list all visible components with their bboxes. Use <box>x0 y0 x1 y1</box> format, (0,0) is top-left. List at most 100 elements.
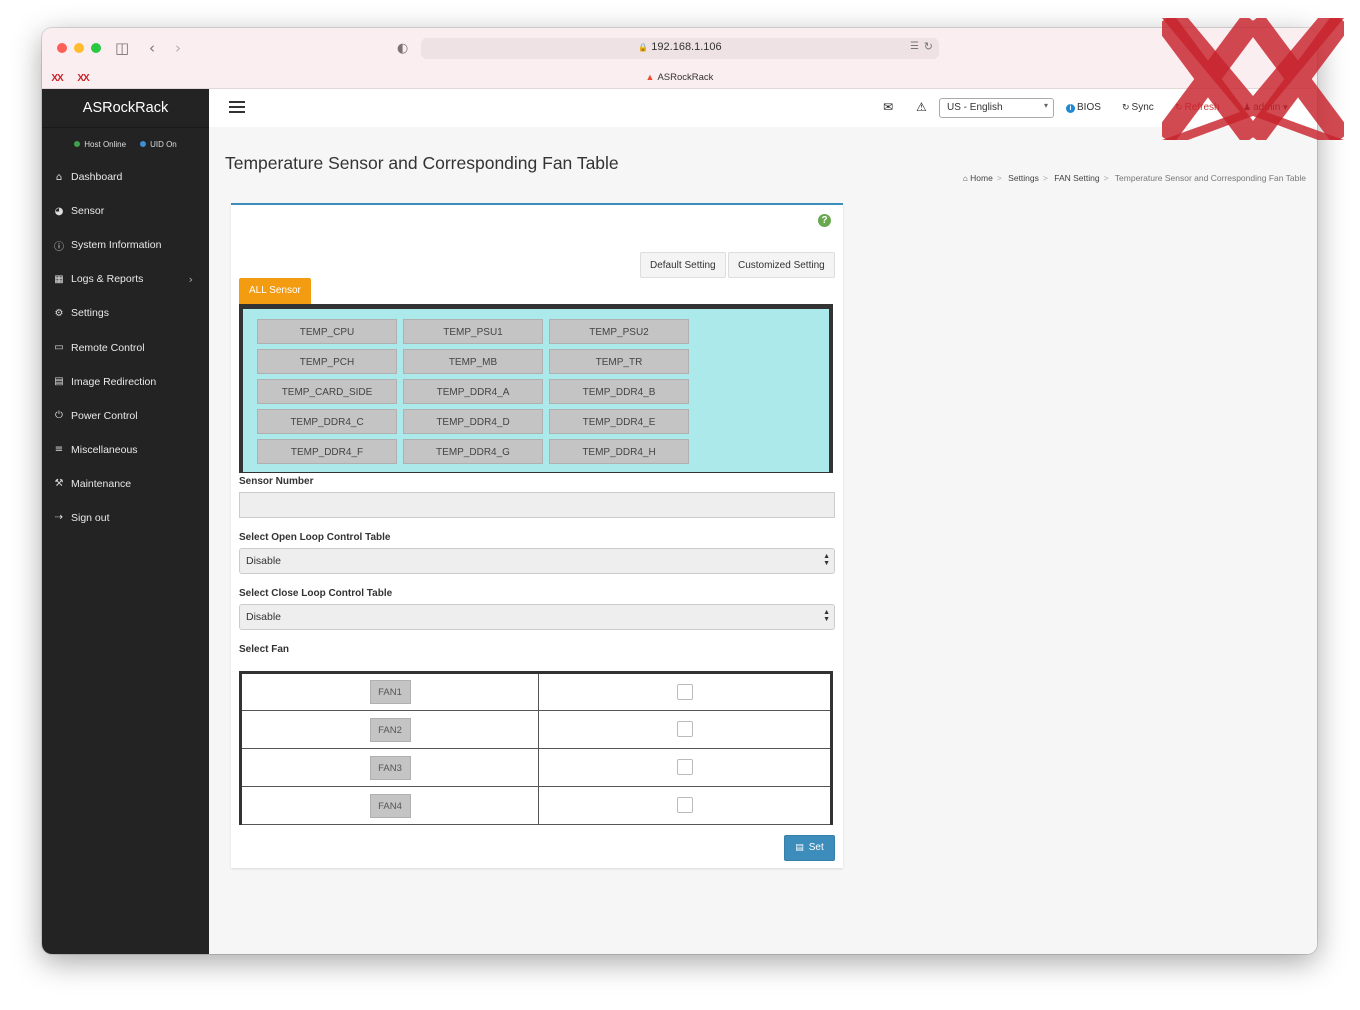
bios-link[interactable]: i BIOS <box>1066 102 1101 113</box>
sidebar-item-power-control[interactable]: ⏻ Power Control <box>42 399 209 433</box>
help-icon[interactable]: ? <box>818 214 831 227</box>
sidebar-item-remote-control[interactable]: ▭ Remote Control <box>42 330 209 364</box>
user-menu[interactable]: ♟ admin ▾ <box>1243 102 1290 113</box>
breadcrumb-current: Temperature Sensor and Corresponding Fan… <box>1114 173 1306 183</box>
sensor-list-box: TEMP_CPU TEMP_PSU1 TEMP_PSU2 TEMP_PCH TE… <box>239 304 833 473</box>
sensor-button[interactable]: TEMP_DDR4_D <box>403 409 543 434</box>
breadcrumb-home[interactable]: Home <box>970 173 993 183</box>
sensor-button[interactable]: TEMP_TR <box>549 349 689 374</box>
sidebar-item-label: Remote Control <box>71 341 145 354</box>
sidebar-toggle-icon[interactable]: ◫ <box>115 39 129 57</box>
hamburger-menu-icon[interactable] <box>229 101 245 116</box>
user-label: admin <box>1253 102 1281 113</box>
sensor-button[interactable]: TEMP_CARD_SIDE <box>257 379 397 404</box>
breadcrumb-settings[interactable]: Settings <box>1008 173 1039 183</box>
fan-checkbox[interactable] <box>676 683 693 700</box>
refresh-link[interactable]: ↻ Refresh <box>1175 102 1220 113</box>
sensor-number-input[interactable] <box>239 492 835 518</box>
fan-table: FAN1 FAN2 FAN3 FAN4 <box>239 671 833 825</box>
tab-bar: XX XX ▲ ASRockRack <box>42 68 1317 89</box>
close-window-button[interactable] <box>57 43 67 53</box>
refresh-icon: ↻ <box>1175 103 1183 113</box>
window-controls <box>57 43 101 53</box>
sidebar: ASRockRack Host Online UID On ⌂ Dashboard… <box>42 89 209 954</box>
sensor-button[interactable]: TEMP_PSU1 <box>403 319 543 344</box>
asrock-favicon-icon: ▲ <box>645 72 655 82</box>
lock-icon: 🔒 <box>638 43 649 52</box>
sidebar-item-label: Maintenance <box>71 477 132 490</box>
sidebar-item-system-information[interactable]: ⓘ System Information <box>42 228 209 262</box>
fan-button[interactable]: FAN1 <box>369 680 411 704</box>
close-loop-select[interactable]: Disable ▲ ▼ <box>239 604 835 630</box>
translate-icon[interactable]: ☰ <box>910 41 919 52</box>
shield-icon[interactable]: ◐ <box>397 40 408 58</box>
host-status: Host Online <box>74 140 126 149</box>
sidebar-item-image-redirection[interactable]: ▤ Image Redirection <box>42 365 209 399</box>
sidebar-item-label: Logs & Reports <box>71 273 144 286</box>
sidebar-item-label: Dashboard <box>71 171 123 184</box>
breadcrumb-fan-setting[interactable]: FAN Setting <box>1054 173 1099 183</box>
fan-button[interactable]: FAN2 <box>369 717 411 742</box>
open-loop-value: Disable <box>246 555 282 567</box>
sidebar-item-settings[interactable]: ⚙ Settings <box>42 296 209 330</box>
sensor-button[interactable]: TEMP_DDR4_H <box>549 439 689 464</box>
wrench-icon: ⚒ <box>54 478 64 490</box>
customized-setting-button[interactable]: Customized Setting <box>728 252 835 278</box>
list-icon: ≡ <box>54 444 64 456</box>
sensor-button[interactable]: TEMP_MB <box>403 349 543 374</box>
sensor-button[interactable]: TEMP_PSU2 <box>549 319 689 344</box>
sign-out-icon: ⇢ <box>54 512 64 524</box>
fan-checkbox[interactable] <box>676 721 693 738</box>
sidebar-item-label: Sign out <box>71 511 110 524</box>
fan-button[interactable]: FAN4 <box>369 793 411 818</box>
default-setting-button[interactable]: Default Setting <box>640 252 726 278</box>
sidebar-item-dashboard[interactable]: ⌂ Dashboard <box>42 160 209 194</box>
address-bar[interactable]: 🔒 192.168.1.106 ☰ ↻ <box>421 38 939 59</box>
open-loop-select[interactable]: Disable ▲ ▼ <box>239 548 835 574</box>
sidebar-item-sign-out[interactable]: ⇢ Sign out <box>42 501 209 535</box>
brand-logo[interactable]: ASRockRack <box>42 89 209 128</box>
all-sensor-tab[interactable]: ALL Sensor <box>239 278 311 304</box>
sensor-button[interactable]: TEMP_PCH <box>257 349 397 374</box>
reload-icon[interactable]: ↻ <box>924 40 933 53</box>
fan-checkbox[interactable] <box>676 797 693 814</box>
refresh-label: Refresh <box>1184 102 1220 113</box>
minimize-window-button[interactable] <box>74 43 84 53</box>
warning-icon[interactable]: ⚠ <box>916 100 927 114</box>
zoom-window-button[interactable] <box>91 43 101 53</box>
save-icon: ▤ <box>795 843 804 853</box>
active-tab[interactable]: ▲ ASRockRack <box>42 72 1317 83</box>
chevron-down-icon: ▾ <box>1043 101 1048 110</box>
host-status-label: Host Online <box>84 139 127 149</box>
sidebar-item-maintenance[interactable]: ⚒ Maintenance <box>42 467 209 501</box>
close-loop-value: Disable <box>246 611 282 623</box>
fan-button[interactable]: FAN3 <box>369 755 411 780</box>
sensor-button[interactable]: TEMP_CPU <box>257 319 397 344</box>
fan-checkbox[interactable] <box>676 759 693 776</box>
sensor-button[interactable]: TEMP_DDR4_C <box>257 409 397 434</box>
sensor-button[interactable]: TEMP_DDR4_F <box>257 439 397 464</box>
forward-icon[interactable]: › <box>175 39 181 57</box>
sidebar-item-sensor[interactable]: ◕ Sensor <box>42 194 209 228</box>
uid-status-label: UID On <box>150 139 177 149</box>
sensor-button[interactable]: TEMP_DDR4_B <box>549 379 689 404</box>
sidebar-item-miscellaneous[interactable]: ≡ Miscellaneous <box>42 433 209 467</box>
caret-down-icon: ▾ <box>1283 103 1288 113</box>
back-icon[interactable]: ‹ <box>149 39 155 57</box>
sync-icon: ↻ <box>1122 103 1130 113</box>
sidebar-item-label: Settings <box>71 307 109 320</box>
sensor-button[interactable]: TEMP_DDR4_A <box>403 379 543 404</box>
sidebar-item-logs-reports[interactable]: ▦ Logs & Reports › <box>42 262 209 296</box>
envelope-icon[interactable]: ✉ <box>883 100 893 114</box>
sensor-button[interactable]: TEMP_DDR4_E <box>549 409 689 434</box>
url-text: 192.168.1.106 <box>651 41 722 53</box>
dashboard-gauge-icon: ◕ <box>54 205 64 217</box>
sensor-button[interactable]: TEMP_DDR4_G <box>403 439 543 464</box>
set-button[interactable]: ▤ Set <box>784 835 835 861</box>
desktop-icon: ▭ <box>54 342 64 354</box>
sync-link[interactable]: ↻ Sync <box>1122 102 1154 113</box>
sidebar-item-label: System Information <box>71 239 162 252</box>
select-arrows-icon: ▲ ▼ <box>823 609 830 623</box>
top-header: ✉ ⚠ US - English ▾ i BIOS ↻ Sync ↻ Refresh … <box>209 89 1317 127</box>
language-select[interactable]: US - English ▾ <box>939 98 1054 118</box>
